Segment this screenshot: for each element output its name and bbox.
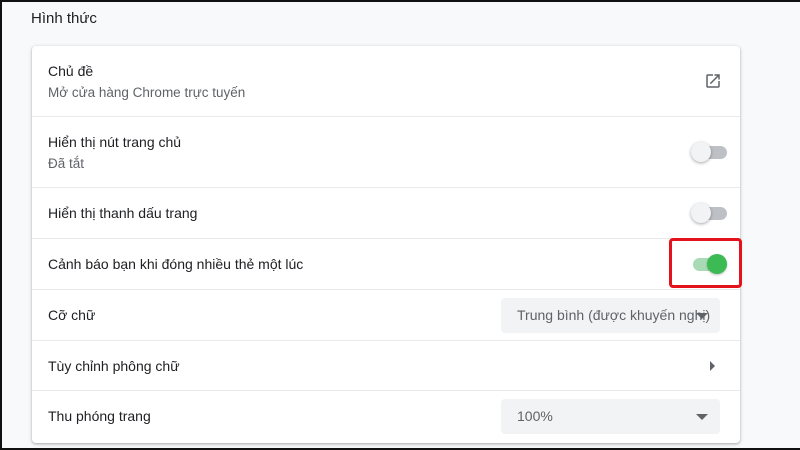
font-size-value: Trung bình (được khuyến nghị) xyxy=(517,306,711,323)
bookmarks-bar-toggle[interactable] xyxy=(691,203,727,223)
page-zoom-select[interactable]: 100% xyxy=(501,398,720,434)
warn-close-tabs-label: Cảnh báo bạn khi đóng nhiều thẻ một lúc xyxy=(48,256,304,272)
bookmarks-bar-row: Hiển thị thanh dấu trang xyxy=(32,187,740,238)
open-external-icon[interactable] xyxy=(704,72,722,90)
home-button-status: Đã tắt xyxy=(48,155,85,171)
font-size-select[interactable]: Trung bình (được khuyến nghị) xyxy=(501,297,720,333)
section-title: Hình thức xyxy=(31,10,97,27)
home-button-toggle[interactable] xyxy=(691,142,727,162)
appearance-card: Chủ đề Mở cửa hàng Chrome trực tuyến Hiể… xyxy=(32,46,740,443)
page-zoom-row: Thu phóng trang 100% xyxy=(32,390,740,441)
highlight-box xyxy=(669,238,742,288)
theme-label: Chủ đề xyxy=(48,62,94,79)
warn-close-tabs-row: Cảnh báo bạn khi đóng nhiều thẻ một lúc xyxy=(32,238,740,289)
dropdown-arrow-icon xyxy=(696,413,708,420)
bookmarks-bar-label: Hiển thị thanh dấu trang xyxy=(48,205,198,221)
font-size-row: Cỡ chữ Trung bình (được khuyến nghị) xyxy=(32,289,740,340)
page-zoom-value: 100% xyxy=(517,407,553,424)
customize-fonts-label: Tùy chỉnh phông chữ xyxy=(48,357,180,374)
dropdown-arrow-icon xyxy=(696,312,708,319)
home-button-row: Hiển thị nút trang chủ Đã tắt xyxy=(32,116,740,187)
customize-fonts-row[interactable]: Tùy chỉnh phông chữ xyxy=(32,340,740,390)
theme-row[interactable]: Chủ đề Mở cửa hàng Chrome trực tuyến xyxy=(32,46,740,116)
home-button-label: Hiển thị nút trang chủ xyxy=(48,133,182,150)
chevron-right-icon xyxy=(710,360,715,371)
theme-sublabel: Mở cửa hàng Chrome trực tuyến xyxy=(48,84,246,100)
